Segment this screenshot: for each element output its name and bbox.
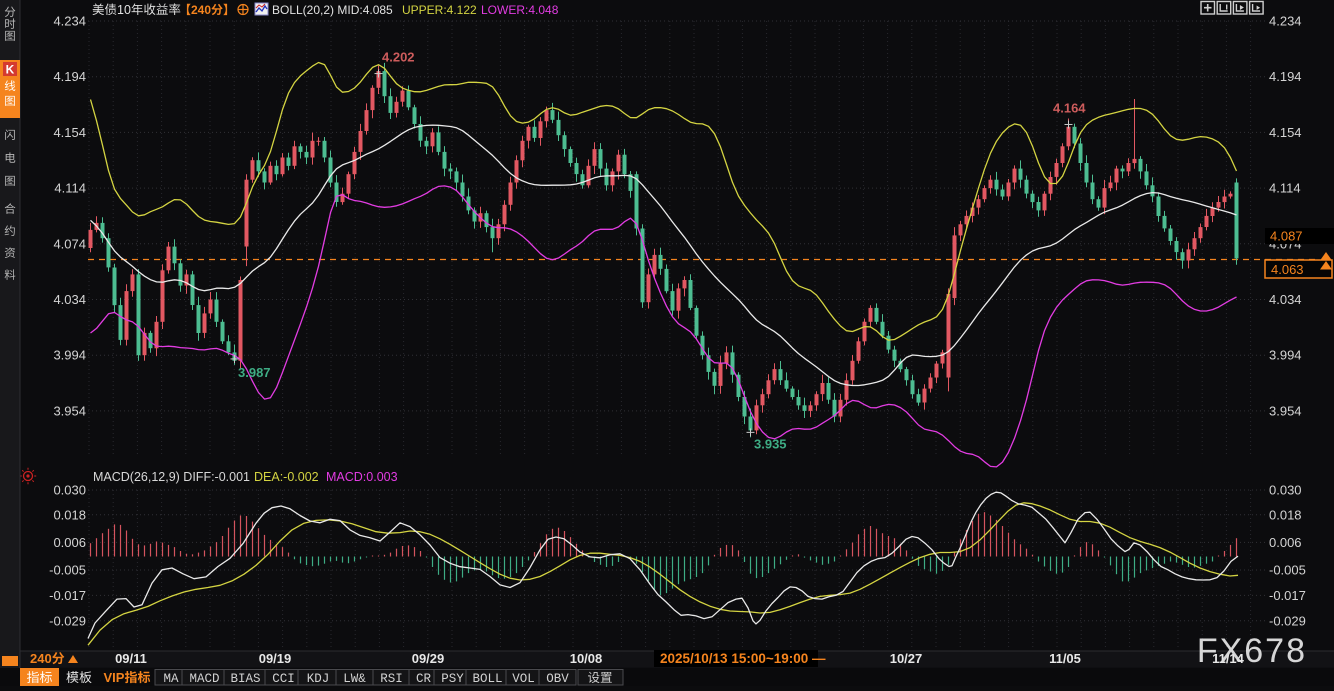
svg-text:CR: CR <box>416 672 432 686</box>
svg-text:10/08: 10/08 <box>570 651 603 666</box>
svg-text:MACD: MACD <box>189 672 219 686</box>
svg-text:KDJ: KDJ <box>307 672 330 686</box>
svg-text:4.194: 4.194 <box>53 69 86 84</box>
svg-text:PSY: PSY <box>441 672 464 686</box>
svg-text:FX678: FX678 <box>1197 632 1307 670</box>
svg-text:-0.029: -0.029 <box>1269 613 1306 628</box>
svg-text:VIP: VIP <box>104 670 125 685</box>
svg-text:MA: MA <box>163 672 179 686</box>
svg-text:0.030: 0.030 <box>1269 483 1302 498</box>
svg-text:4.074: 4.074 <box>53 236 86 251</box>
svg-text:BIAS: BIAS <box>230 672 260 686</box>
svg-text:RSI: RSI <box>380 672 403 686</box>
svg-text:0.006: 0.006 <box>53 535 86 550</box>
svg-text:240: 240 <box>30 651 52 666</box>
svg-text:11/05: 11/05 <box>1049 651 1081 666</box>
svg-text:3.935: 3.935 <box>754 436 787 451</box>
svg-text:DEA:-0.002: DEA:-0.002 <box>254 470 319 484</box>
svg-text:2025/10/13 15:00~19:00 —: 2025/10/13 15:00~19:00 — <box>660 651 826 666</box>
svg-text:3.987: 3.987 <box>238 365 271 380</box>
svg-text:10/27: 10/27 <box>890 651 923 666</box>
svg-text:4.154: 4.154 <box>53 125 86 140</box>
svg-text:0.030: 0.030 <box>53 483 86 498</box>
svg-text:-0.005: -0.005 <box>49 563 86 578</box>
svg-text:0.006: 0.006 <box>1269 535 1302 550</box>
svg-text:4.194: 4.194 <box>1269 69 1302 84</box>
svg-text:4.114: 4.114 <box>54 181 86 196</box>
svg-text:-0.005: -0.005 <box>1269 563 1306 578</box>
svg-text:4.202: 4.202 <box>382 50 415 65</box>
svg-text:-0.017: -0.017 <box>49 588 86 603</box>
svg-text:MACD:0.003: MACD:0.003 <box>326 470 398 484</box>
svg-text:09/11: 09/11 <box>115 651 147 666</box>
svg-text:10: 10 <box>117 3 131 17</box>
svg-text:4.234: 4.234 <box>53 14 86 29</box>
svg-text:4.114: 4.114 <box>1269 181 1301 196</box>
svg-text:UPPER:4.122: UPPER:4.122 <box>402 3 477 17</box>
svg-text:240: 240 <box>191 3 211 17</box>
svg-text:K: K <box>6 63 15 77</box>
svg-text:3.994: 3.994 <box>53 348 86 363</box>
svg-text:BOLL(20,2) MID:4.085: BOLL(20,2) MID:4.085 <box>272 3 393 17</box>
svg-text:0.018: 0.018 <box>1269 507 1302 522</box>
svg-text:4.087: 4.087 <box>1270 229 1303 244</box>
svg-text:3.994: 3.994 <box>1269 348 1302 363</box>
svg-text:BOLL: BOLL <box>472 672 502 686</box>
svg-text:LOWER:4.048: LOWER:4.048 <box>481 3 559 17</box>
svg-text:VOL: VOL <box>512 672 535 686</box>
svg-text:4.063: 4.063 <box>1271 262 1304 277</box>
svg-text:4.154: 4.154 <box>1269 125 1302 140</box>
svg-text:LW&: LW& <box>343 672 366 686</box>
svg-text:4.034: 4.034 <box>53 292 86 307</box>
svg-text:09/29: 09/29 <box>412 651 445 666</box>
svg-text:0.018: 0.018 <box>53 507 86 522</box>
svg-text:-0.017: -0.017 <box>1269 588 1306 603</box>
svg-text:4.164: 4.164 <box>1053 101 1086 116</box>
svg-text:OBV: OBV <box>546 672 569 686</box>
svg-text:09/19: 09/19 <box>259 651 292 666</box>
svg-text:3.954: 3.954 <box>1269 403 1302 418</box>
svg-text:MACD(26,12,9) DIFF:-0.001: MACD(26,12,9) DIFF:-0.001 <box>93 470 250 484</box>
svg-text:4.034: 4.034 <box>1269 292 1302 307</box>
svg-text:-0.029: -0.029 <box>49 613 86 628</box>
svg-text:3.954: 3.954 <box>53 403 86 418</box>
svg-text:4.234: 4.234 <box>1269 14 1302 29</box>
svg-text:CCI: CCI <box>272 672 295 686</box>
